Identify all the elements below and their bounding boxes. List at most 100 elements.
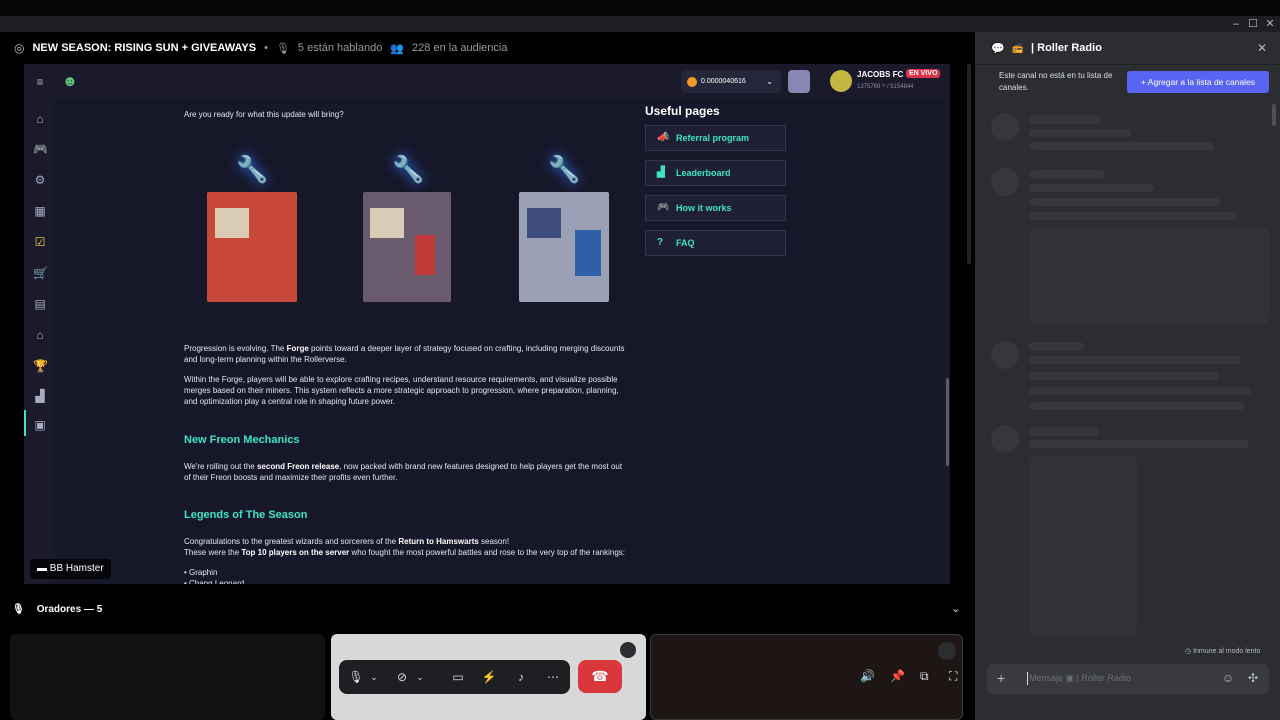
skeleton-embed — [1029, 227, 1269, 325]
skeleton-line — [1029, 170, 1105, 179]
intro-text: Are you ready for what this update will … — [184, 110, 344, 119]
skeleton-line — [1029, 115, 1101, 124]
trophy-icon[interactable]: 🏆 — [33, 360, 48, 372]
paragraph-forge: Progression is evolving. The Forge point… — [184, 344, 625, 364]
avatar[interactable] — [830, 70, 852, 92]
podium-icon: ▟ — [657, 167, 665, 178]
skeleton-line — [1029, 356, 1241, 364]
camera-off-icon[interactable]: ⊘ — [391, 660, 413, 694]
site-logo-icon[interactable]: ☻ — [62, 73, 80, 91]
gamepad-icon: 🎮 — [657, 202, 670, 213]
close-icon[interactable]: ✕ — [1257, 41, 1267, 55]
skeleton-line — [1029, 372, 1219, 380]
skeleton-avatar — [991, 341, 1019, 369]
thread-icon: 💬 — [991, 43, 1005, 55]
speakers-header[interactable]: 🎙 Oradores — 5 — [0, 594, 975, 624]
shield-icon — [938, 642, 956, 660]
bank-icon[interactable]: ⌂ — [33, 329, 47, 341]
skeleton-line — [1029, 142, 1214, 150]
stage-icon: ◎ — [14, 41, 25, 55]
user-stats: 1375769 ⁱⁿ / 5154844 — [857, 84, 914, 90]
popout-icon[interactable]: ⧉ — [920, 669, 929, 684]
leaderboard-icon[interactable]: ▟ — [33, 390, 47, 402]
minimize-button[interactable]: – — [1227, 16, 1245, 32]
heading-freon: New Freon Mechanics — [184, 434, 300, 446]
forge-panel — [215, 208, 249, 238]
gamepad-icon[interactable]: 🎮 — [33, 143, 48, 155]
skeleton-line — [1029, 342, 1084, 351]
paragraph-top10: These were the Top 10 players on the ser… — [184, 548, 625, 557]
activity-icon[interactable]: ⚡ — [478, 660, 500, 694]
active-indicator — [24, 410, 26, 436]
chevron-down-icon: ⌄ — [766, 77, 773, 86]
soundboard-icon[interactable]: ♪ — [510, 660, 532, 694]
skeleton-line — [1029, 387, 1251, 395]
apps-icon[interactable]: ✣ — [1248, 671, 1258, 685]
wrench-icon: 🔧 — [236, 154, 269, 184]
list-item: • Chang Leonard — [184, 579, 245, 584]
add-channel-button[interactable]: + Agregar a la lista de canales — [1127, 71, 1269, 93]
pin-icon[interactable]: 📌 — [890, 669, 905, 683]
stage-scrollbar[interactable] — [967, 64, 971, 264]
robot-arm — [415, 235, 435, 275]
scrollbar[interactable] — [946, 378, 949, 466]
paragraph-freon: We're rolling out the second Freon relea… — [184, 462, 623, 482]
streamer-tag: ▬ BB Hamster — [30, 559, 111, 579]
link-how-it-works[interactable]: 🎮 How it works — [645, 195, 786, 221]
skeleton-avatar — [991, 113, 1019, 141]
screen-icon: ▬ — [37, 563, 50, 574]
volume-icon[interactable]: 🔊 — [860, 669, 875, 683]
calendar-icon[interactable]: ▦ — [33, 205, 47, 217]
screen-share-icon[interactable]: ▭ — [447, 660, 469, 694]
more-icon[interactable]: ⋯ — [542, 660, 564, 694]
speakers-label: Oradores — 5 — [36, 603, 103, 615]
close-window-button[interactable]: ✕ — [1261, 16, 1279, 32]
mic-icon[interactable]: 🎙 — [345, 660, 367, 694]
speaker-tile[interactable] — [10, 634, 325, 720]
wrench-icon: 🔧 — [392, 154, 425, 184]
coin-icon — [687, 77, 697, 87]
robot-arm — [575, 230, 601, 276]
hangup-button[interactable]: ☎ — [578, 660, 622, 693]
chat-scrollbar[interactable] — [1272, 104, 1276, 126]
menu-icon[interactable]: ≡ — [33, 76, 47, 88]
add-attachment-icon[interactable]: + — [997, 670, 1005, 686]
miners-icon[interactable]: ⚙ — [33, 174, 47, 186]
paragraph-legends: Congratulations to the greatest wizards … — [184, 537, 510, 546]
separator-dot: • — [264, 42, 268, 54]
call-controls: 🎙 ⌄ ⊘ ⌄ ▭ ⚡ ♪ ⋯ — [339, 660, 570, 694]
link-faq[interactable]: ? FAQ — [645, 230, 786, 256]
list-item: • Graphin — [184, 568, 218, 577]
skeleton-line — [1029, 212, 1237, 220]
speaker-tile[interactable] — [650, 634, 963, 720]
chevron-down-icon[interactable]: ⌄ — [413, 660, 427, 694]
skeleton-avatar — [991, 168, 1019, 196]
store-icon[interactable]: ▤ — [33, 298, 47, 310]
stage-header: ◎ NEW SEASON: RISING SUN + GIVEAWAYS • 🎙… — [0, 32, 975, 64]
balance-selector[interactable]: 0.0000040616 ⌄ — [681, 70, 781, 93]
skeleton-line — [1029, 427, 1099, 436]
user-name: JACOBS FC — [857, 70, 904, 79]
audience-count: 228 en la audiencia — [412, 42, 508, 54]
window-top-bar — [0, 0, 1280, 16]
shield-icon — [620, 642, 636, 658]
tasks-icon[interactable]: ☑ — [33, 236, 47, 248]
chevron-down-icon[interactable]: ⌄ — [951, 602, 960, 615]
cart-icon[interactable]: 🛒 — [33, 267, 48, 279]
title-strip — [0, 16, 1280, 32]
forge-panel — [370, 208, 404, 238]
link-leaderboard[interactable]: ▟ Leaderboard — [645, 160, 786, 186]
radio-icon: 📻 — [1012, 43, 1024, 53]
skeleton-line — [1029, 129, 1131, 137]
home-icon[interactable]: ⌂ — [33, 113, 47, 125]
emoji-icon[interactable]: ☺ — [1222, 671, 1234, 685]
message-input[interactable]: Mensaje ▣ | Roller Radio — [1029, 673, 1131, 684]
chevron-down-icon[interactable]: ⌄ — [367, 660, 381, 694]
wallet-button[interactable] — [788, 70, 810, 93]
balance-value: 0.0000040616 — [701, 78, 746, 85]
wrench-icon: 🔧 — [548, 154, 581, 184]
fullscreen-icon[interactable]: ⛶ — [949, 669, 957, 684]
news-icon[interactable]: ▣ — [33, 419, 47, 431]
link-referral-program[interactable]: 📣 Referral program — [645, 125, 786, 151]
maximize-button[interactable]: ☐ — [1244, 16, 1262, 32]
